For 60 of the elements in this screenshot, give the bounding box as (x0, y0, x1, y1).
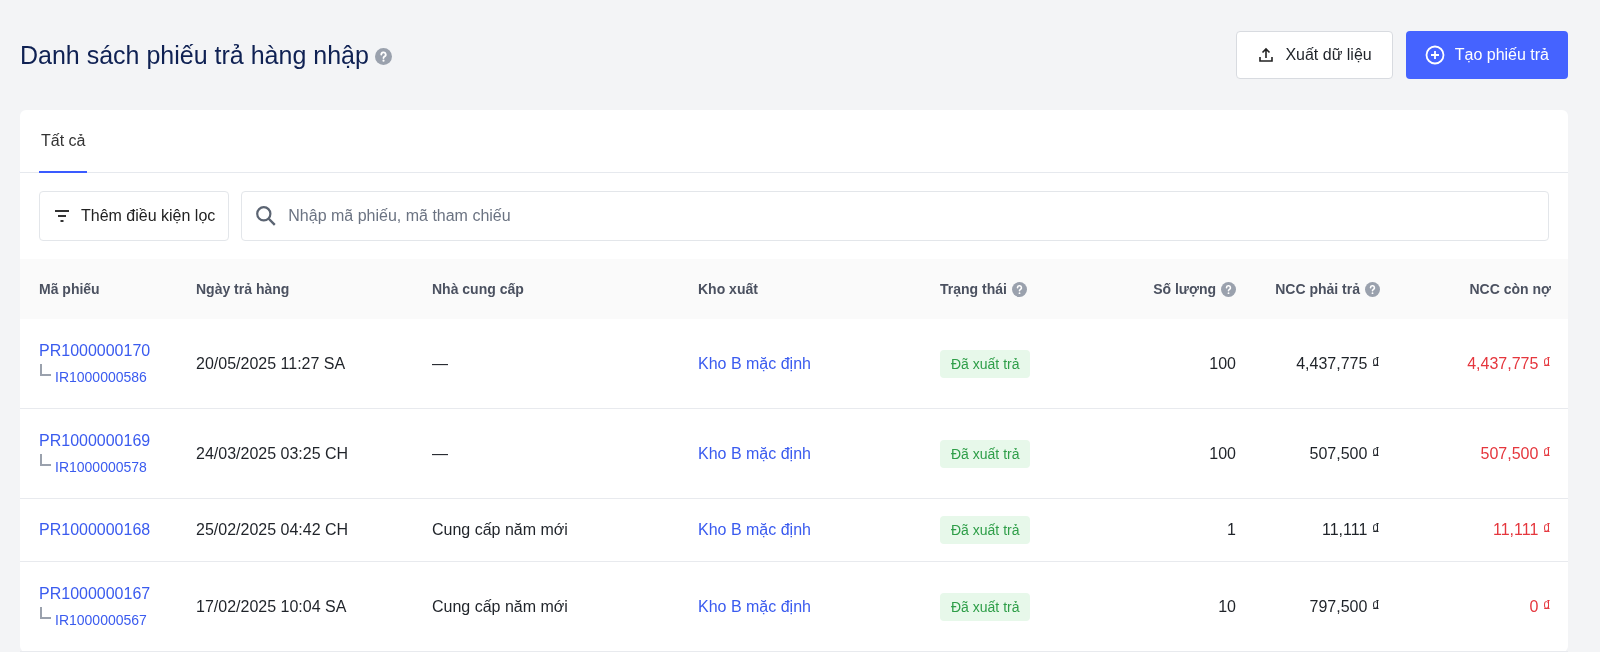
table-cell: 0 ₫ (1529, 597, 1551, 616)
reference-link[interactable]: IR1000000578 (55, 459, 147, 475)
status-badge: Đã xuất trả (940, 349, 1031, 378)
column-header: Trạng thái (940, 281, 1007, 297)
corner-icon (40, 364, 51, 376)
return-code-link[interactable]: PR1000000170 (39, 342, 151, 360)
table-cell: 100 (1209, 444, 1236, 463)
reference-link[interactable]: IR1000000567 (55, 612, 147, 628)
column-header: NCC còn nợ (1469, 281, 1551, 297)
table-cell: — (432, 444, 448, 463)
help-icon[interactable] (1011, 281, 1027, 297)
status-badge: Đã xuất trả (940, 516, 1031, 544)
help-icon[interactable] (1365, 281, 1380, 297)
reference-link[interactable]: IR1000000586 (55, 369, 147, 385)
column-header: Nhà cung cấp (432, 281, 524, 297)
search-icon (255, 205, 278, 227)
table-cell: 4,437,775 ₫ (1467, 354, 1551, 373)
table-cell: 11,111 ₫ (1492, 521, 1551, 539)
return-code-link[interactable]: PR1000000169 (39, 432, 151, 450)
corner-icon (40, 607, 51, 619)
table-cell: Cung cấp năm mới (432, 597, 568, 616)
help-icon[interactable] (1221, 281, 1236, 297)
status-badge: Đã xuất trả (940, 439, 1031, 468)
search-field[interactable]: Nhập mã phiếu, mã tham chiếu (241, 191, 1549, 241)
table-cell: 100 (1209, 354, 1236, 373)
table-cell: 4,437,775 ₫ (1296, 354, 1380, 373)
column-header: Số lượng (1153, 281, 1216, 297)
table-cell: 507,500 ₫ (1309, 444, 1380, 463)
filter-icon (53, 207, 71, 225)
table-cell: 24/03/2025 03:25 CH (196, 444, 349, 463)
page-title: Danh sách phiếu trả hàng nhập (20, 40, 369, 70)
help-icon[interactable] (374, 47, 392, 65)
table-cell: 797,500 ₫ (1309, 597, 1380, 616)
export-button[interactable]: Xuất dữ liệu (1236, 31, 1393, 79)
tab[interactable]: Tất cả (39, 110, 88, 173)
column-header: Kho xuất (698, 281, 758, 297)
warehouse-link[interactable]: Kho B mặc định (698, 354, 811, 373)
column-header: Ngày trả hàng (196, 281, 290, 297)
create-button[interactable]: Tạo phiếu trả (1405, 31, 1568, 79)
table-cell: 10 (1218, 597, 1236, 616)
table-cell: 17/02/2025 10:04 SA (196, 597, 347, 616)
filter-button[interactable]: Thêm điều kiện lọc (39, 191, 230, 241)
table-cell: 507,500 ₫ (1480, 444, 1551, 463)
corner-icon (40, 454, 51, 466)
table-cell: 11,111 ₫ (1321, 521, 1380, 539)
status-badge: Đã xuất trả (940, 592, 1031, 621)
table-cell: 20/05/2025 11:27 SA (196, 354, 346, 373)
plus-circle-icon (1424, 45, 1445, 65)
warehouse-link[interactable]: Kho B mặc định (698, 444, 811, 463)
column-header: Mã phiếu (39, 281, 100, 297)
warehouse-link[interactable]: Kho B mặc định (698, 521, 811, 539)
upload-icon (1257, 46, 1276, 64)
table-cell: Cung cấp năm mới (432, 521, 568, 539)
table-cell: 25/02/2025 04:42 CH (196, 521, 349, 539)
table-cell: — (432, 354, 448, 373)
return-code-link[interactable]: PR1000000168 (39, 521, 151, 539)
table-cell: 1 (1227, 521, 1236, 539)
warehouse-link[interactable]: Kho B mặc định (698, 597, 811, 616)
column-header: NCC phải trả (1275, 281, 1360, 297)
return-code-link[interactable]: PR1000000167 (39, 585, 151, 603)
